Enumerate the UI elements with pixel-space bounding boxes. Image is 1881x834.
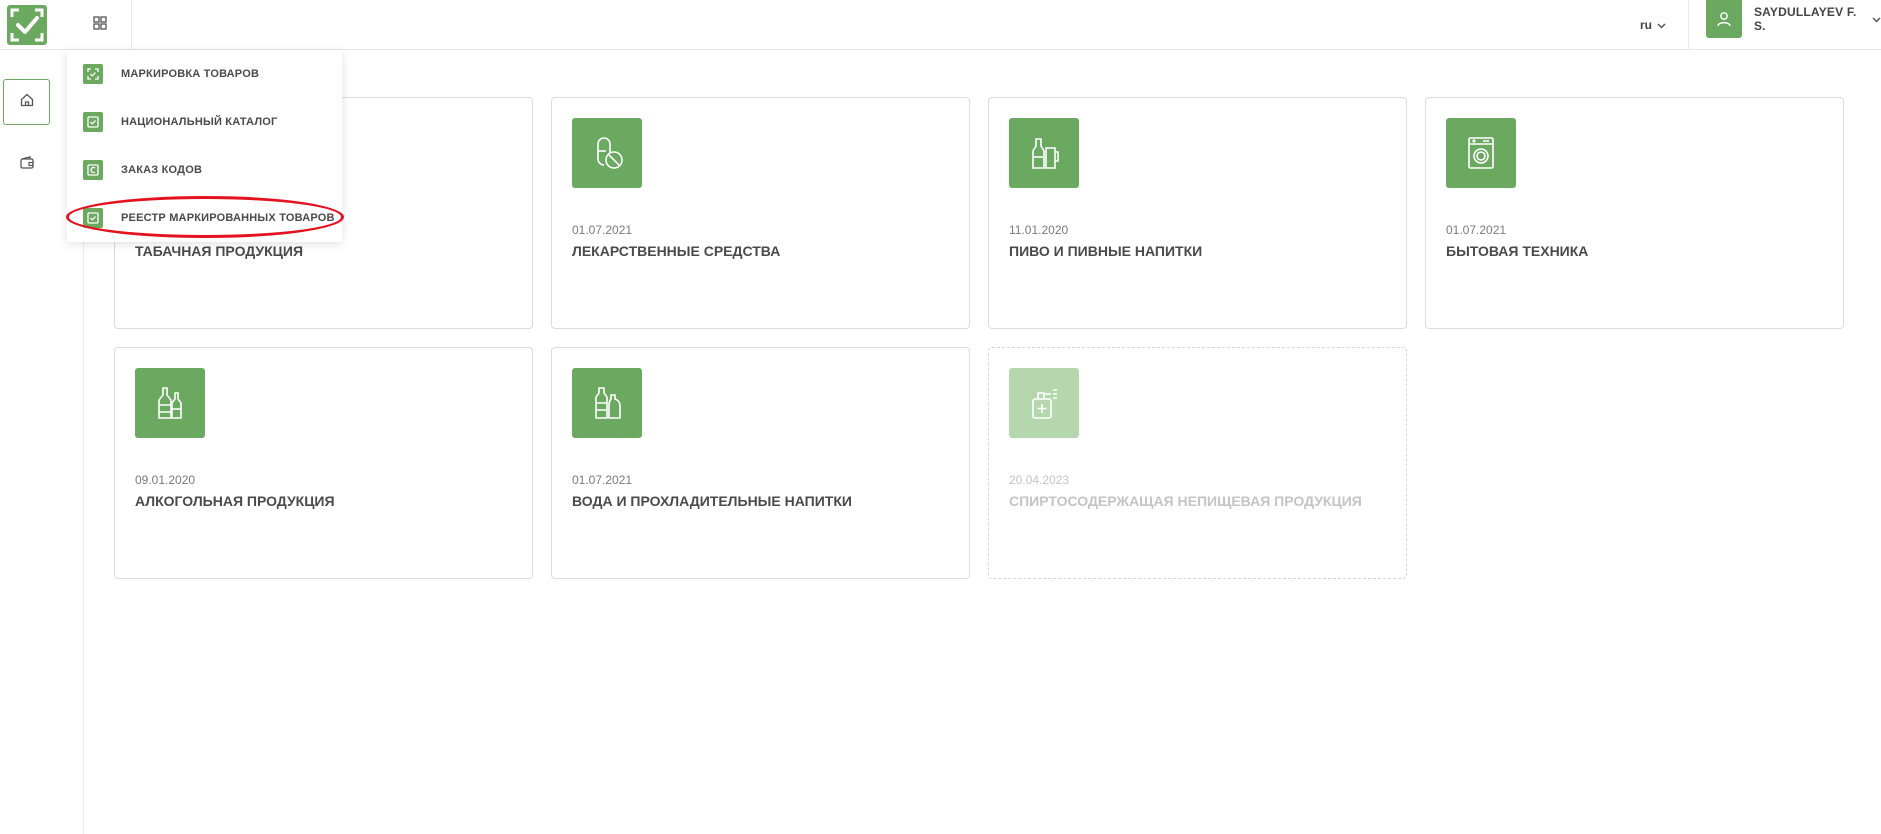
card-title: АЛКОГОЛЬНАЯ ПРОДУКЦИЯ <box>135 493 335 509</box>
beer-icon <box>1009 118 1079 188</box>
menu-item-national-catalog[interactable]: НАЦИОНАЛЬНЫЙ КАТАЛОГ <box>67 102 342 142</box>
sidebar-item-home[interactable] <box>3 79 50 125</box>
wallet-icon <box>19 155 35 176</box>
language-label: ru <box>1640 18 1652 32</box>
apps-dropdown-menu: МАРКИРОВКА ТОВАРОВ НАЦИОНАЛЬНЫЙ КАТАЛОГ … <box>67 50 342 242</box>
user-icon <box>1706 0 1742 38</box>
alcohol-bottles-icon <box>135 368 205 438</box>
user-menu[interactable]: SAYDULLAYEV F. S. <box>1706 0 1881 38</box>
card-date: 01.07.2021 <box>572 223 633 237</box>
check-logo-icon[interactable] <box>7 5 47 45</box>
pills-icon <box>572 118 642 188</box>
user-name: SAYDULLAYEV F. S. <box>1753 5 1857 33</box>
grid-icon <box>92 15 107 35</box>
card-date: 01.07.2021 <box>572 473 633 487</box>
card-title: БЫТОВАЯ ТЕХНИКА <box>1446 243 1589 259</box>
menu-item-label: РЕЕСТР МАРКИРОВАННЫХ ТОВАРОВ <box>121 212 335 224</box>
card-title: ЛЕКАРСТВЕННЫЕ СРЕДСТВА <box>572 243 781 259</box>
chevron-down-icon <box>1657 18 1666 32</box>
sidebar <box>0 50 56 834</box>
top-bar: ru SAYDULLAYEV F. S. <box>0 0 1881 50</box>
category-card[interactable]: 01.07.2021 БЫТОВАЯ ТЕХНИКА <box>1425 97 1844 329</box>
category-card: 20.04.2023 СПИРТОСОДЕРЖАЩАЯ НЕПИЩЕВАЯ ПР… <box>988 347 1407 579</box>
menu-item-registry[interactable]: РЕЕСТР МАРКИРОВАННЫХ ТОВАРОВ <box>67 198 342 238</box>
card-date: 20.04.2023 <box>1009 473 1070 487</box>
category-card[interactable]: 01.07.2021 ВОДА И ПРОХЛАДИТЕЛЬНЫЕ НАПИТК… <box>551 347 970 579</box>
card-title: ПИВО И ПИВНЫЕ НАПИТКИ <box>1009 243 1203 259</box>
chevron-down-icon <box>1872 10 1881 28</box>
water-bottles-icon <box>572 368 642 438</box>
home-icon <box>19 92 35 113</box>
card-date: 11.01.2020 <box>1009 223 1069 237</box>
check-box-icon <box>83 208 103 228</box>
main-content: ТАБАЧНАЯ ПРОДУКЦИЯ 01.07.2021 ЛЕКАРСТВЕН… <box>83 52 1881 834</box>
washing-machine-icon <box>1446 118 1516 188</box>
card-title: ТАБАЧНАЯ ПРОДУКЦИЯ <box>135 243 304 259</box>
sidebar-item-wallet[interactable] <box>3 142 50 188</box>
language-select[interactable]: ru <box>1640 10 1666 40</box>
menu-item-label: НАЦИОНАЛЬНЫЙ КАТАЛОГ <box>121 116 278 128</box>
check-box-icon <box>83 112 103 132</box>
card-date: 09.01.2020 <box>135 473 196 487</box>
menu-item-label: МАРКИРОВКА ТОВАРОВ <box>121 68 260 80</box>
header-divider <box>1688 0 1689 50</box>
category-card[interactable]: 11.01.2020 ПИВО И ПИВНЫЕ НАПИТКИ <box>988 97 1407 329</box>
category-card[interactable]: 01.07.2021 ЛЕКАРСТВЕННЫЕ СРЕДСТВА <box>551 97 970 329</box>
menu-item-marking[interactable]: МАРКИРОВКА ТОВАРОВ <box>67 54 342 94</box>
card-title: ВОДА И ПРОХЛАДИТЕЛЬНЫЕ НАПИТКИ <box>572 493 852 509</box>
category-card[interactable]: 09.01.2020 АЛКОГОЛЬНАЯ ПРОДУКЦИЯ <box>114 347 533 579</box>
menu-item-label: ЗАКАЗ КОДОВ <box>121 164 203 176</box>
code-order-icon <box>83 160 103 180</box>
apps-menu-button[interactable] <box>68 0 132 50</box>
scan-icon <box>83 64 103 84</box>
card-date: 01.07.2021 <box>1446 223 1507 237</box>
card-title: СПИРТОСОДЕРЖАЩАЯ НЕПИЩЕВАЯ ПРОДУКЦИЯ <box>1009 493 1362 509</box>
sanitizer-icon <box>1009 368 1079 438</box>
menu-item-code-order[interactable]: ЗАКАЗ КОДОВ <box>67 150 342 190</box>
